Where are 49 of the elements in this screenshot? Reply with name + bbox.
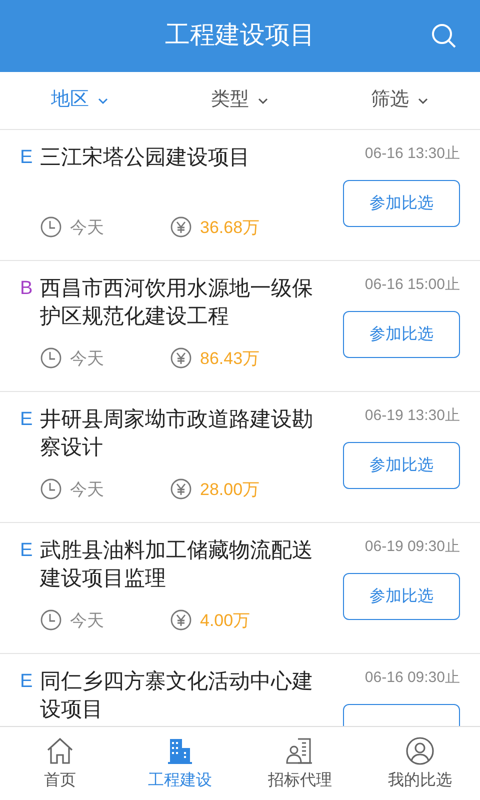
clock-icon [40,216,62,238]
project-title: 井研县周家坳市政道路建设勘察设计 [40,407,314,461]
deadline: 06-16 09:30止 [364,668,460,688]
user-icon [404,734,436,766]
yuan-icon [170,609,192,632]
budget-amount: 28.00万 [200,478,260,500]
budget-amount: 86.43万 [200,348,260,370]
join-button[interactable]: 参加比选 [343,311,460,358]
deadline: 06-16 15:00止 [364,275,460,295]
project-card[interactable]: E 武胜县油料加工储藏物流配送建设项目监理 今天 4.00万 06-19 09:30止 参加比选 [0,523,480,654]
deadline: 06-16 13:30止 [364,144,460,164]
publish-date: 今天 [70,348,105,370]
nav-tab[interactable]: 工程建设 [120,727,240,800]
nav-tab[interactable]: 我的比选 [360,727,480,800]
project-title: 西昌市西河饮用水源地一级保护区规范化建设工程 [40,276,314,330]
yuan-icon [170,347,192,370]
clock-icon [40,478,62,500]
type-tag: E [20,668,40,724]
type-tag: E [20,537,40,593]
deadline: 06-19 13:30止 [364,406,460,426]
project-card[interactable]: E 三江宋塔公园建设项目 今天 36.68万 06-16 13:30止 参加比选 [0,130,480,261]
type-tag: B [20,275,40,331]
nav-tab[interactable]: 首页 [0,727,120,800]
clock-icon [40,347,62,370]
filter-tab[interactable]: 地区 [0,86,160,115]
project-card[interactable]: B 西昌市西河饮用水源地一级保护区规范化建设工程 今天 86.43万 06-16 15:00止 参加比选 [0,261,480,392]
publish-date: 今天 [70,478,105,500]
project-card[interactable]: E 井研县周家坳市政道路建设勘察设计 今天 28.00万 06-19 13:30止 参加比选 [0,392,480,523]
filter-tab[interactable]: 筛选 [320,86,480,115]
type-tag: E [20,144,40,172]
filter-tab[interactable]: 类型 [160,86,320,115]
yuan-icon [170,478,192,500]
project-title: 武胜县油料加工储藏物流配送建设项目监理 [40,538,314,592]
yuan-icon [170,216,192,238]
nav-tab[interactable]: 招标代理 [240,727,360,800]
page-title: 工程建设项目 [165,20,315,52]
budget-amount: 36.68万 [200,216,260,238]
publish-date: 今天 [70,610,105,632]
search-icon [430,22,458,50]
join-button[interactable]: 参加比选 [343,442,460,489]
join-button[interactable]: 参加比选 [343,573,460,620]
budget-amount: 4.00万 [200,610,250,632]
join-button[interactable]: 参加比选 [343,180,460,227]
publish-date: 今天 [70,216,105,238]
clock-icon [40,609,62,632]
deadline: 06-19 09:30止 [364,537,460,557]
type-tag: E [20,406,40,462]
project-title: 同仁乡四方寨文化活动中心建设项目 [40,669,314,723]
project-title: 三江宋塔公园建设项目 [40,145,251,171]
